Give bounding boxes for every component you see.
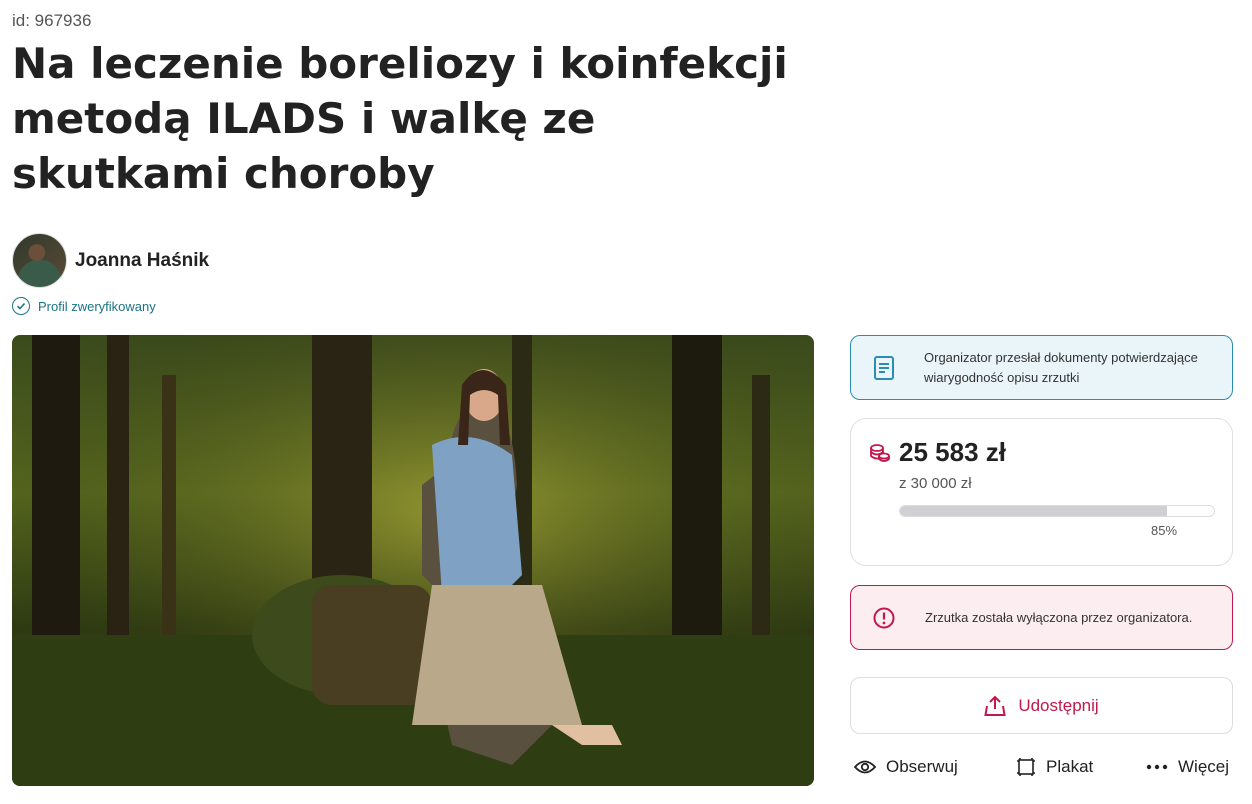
- fundraising-progress-card: 25 583 zł z 30 000 zł 85%: [850, 418, 1233, 566]
- organizer-name[interactable]: Joanna Haśnik: [75, 250, 209, 272]
- fundraiser-page: id: 967936 Na leczenie boreliozy i koinf…: [0, 0, 1252, 804]
- eye-icon: [854, 760, 876, 774]
- more-button[interactable]: Więcej: [1146, 752, 1229, 782]
- share-button-label: Udostępnij: [1018, 695, 1099, 715]
- poster-icon: [1017, 758, 1035, 776]
- verified-label: Profil zweryfikowany: [38, 298, 156, 314]
- amount-goal: z 30 000 zł: [899, 475, 972, 492]
- documents-verified-notice: Organizator przesłał dokumenty potwierdz…: [850, 335, 1233, 400]
- more-label: Więcej: [1178, 757, 1230, 776]
- avatar[interactable]: [12, 233, 67, 288]
- secondary-actions: Obserwuj Plakat Więcej: [850, 752, 1233, 782]
- poster-label: Plakat: [1046, 757, 1094, 776]
- progress-bar-fill: [900, 506, 1167, 516]
- fundraiser-id: id: 967936: [12, 11, 92, 30]
- progress-percent: 85%: [1151, 523, 1178, 538]
- share-icon: [984, 695, 1007, 716]
- organizer-profile[interactable]: Joanna Haśnik: [12, 233, 209, 288]
- verified-profile-badge: Profil zweryfikowany: [12, 297, 156, 315]
- poster-button[interactable]: Plakat: [1016, 752, 1093, 782]
- disabled-notice-text: Zrzutka została wyłączona przez organiza…: [925, 610, 1193, 625]
- progress-bar: [899, 505, 1215, 517]
- check-circle-icon: [12, 297, 30, 315]
- page-title: Na leczenie boreliozy i koinfekcji metod…: [12, 39, 788, 198]
- forest-photo-illustration: [12, 335, 814, 786]
- documents-notice-text: Organizator przesłał dokumenty potwierdz…: [924, 349, 1198, 385]
- document-icon: [874, 355, 894, 380]
- more-dots-icon: [1146, 764, 1168, 770]
- fundraiser-photo: [12, 335, 814, 786]
- follow-button[interactable]: Obserwuj: [854, 752, 958, 782]
- coins-icon: [870, 444, 890, 462]
- amount-raised: 25 583 zł: [899, 437, 1006, 467]
- share-button[interactable]: Udostępnij: [850, 677, 1233, 734]
- alert-icon: [873, 607, 895, 628]
- follow-label: Obserwuj: [886, 757, 958, 776]
- fundraiser-disabled-notice: Zrzutka została wyłączona przez organiza…: [850, 585, 1233, 650]
